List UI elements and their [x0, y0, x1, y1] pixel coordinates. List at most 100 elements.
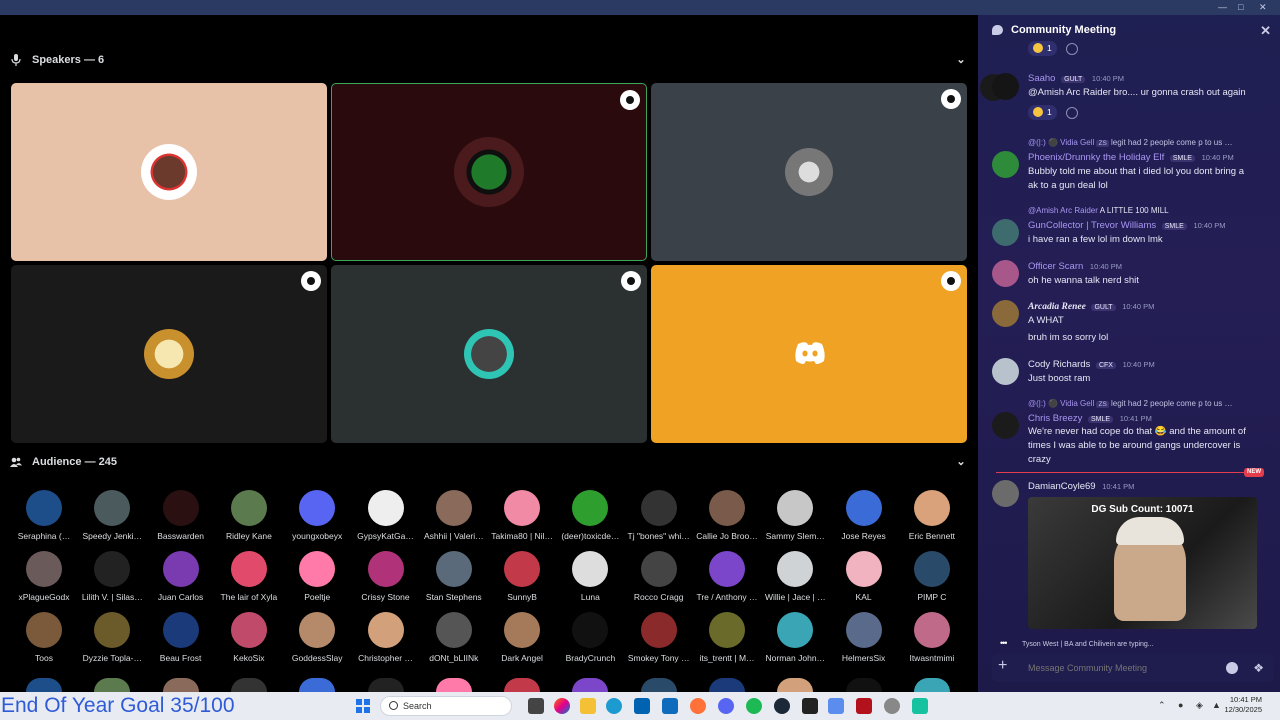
username[interactable]: Officer Scarn: [1028, 261, 1083, 272]
volume-icon[interactable]: ▲: [1212, 700, 1221, 710]
audience-member[interactable]: Itwasntmimi: [898, 612, 966, 663]
reaction-chip[interactable]: 1: [1028, 40, 1057, 56]
audience-member[interactable]: PIMP C: [898, 551, 966, 602]
close-chat-icon[interactable]: ✕: [1260, 23, 1271, 39]
username[interactable]: Chris Breezy: [1028, 413, 1082, 424]
audience-member[interactable]: Callie Jo Broo…: [693, 490, 761, 541]
audience-member[interactable]: (deer)toxicde…: [556, 490, 624, 541]
username[interactable]: Cody Richards: [1028, 359, 1090, 370]
reply-reference[interactable]: @(|:) ⚫ Vidia Gell ZS legit had 2 people…: [1028, 138, 1232, 147]
app-icon[interactable]: [912, 698, 928, 714]
audience-member[interactable]: Ridley Kane: [215, 490, 283, 541]
audience-member[interactable]: Jose Reyes: [830, 490, 898, 541]
reaction-chip[interactable]: 1: [1028, 104, 1057, 120]
username[interactable]: DamianCoyle69: [1028, 481, 1096, 492]
audience-member[interactable]: Takima80 | Nil…: [488, 490, 556, 541]
audience-header[interactable]: Audience — 245 ⌄: [10, 452, 968, 472]
copilot-icon[interactable]: [554, 698, 570, 714]
emoji-picker-icon[interactable]: [1226, 662, 1238, 674]
file-explorer-icon[interactable]: [580, 698, 596, 714]
plus-icon[interactable]: +: [998, 657, 1007, 675]
minimize-icon[interactable]: —: [1218, 2, 1227, 12]
steam-icon[interactable]: [774, 698, 790, 714]
audience-member[interactable]: dONt_bLIINk: [420, 612, 488, 663]
settings-icon[interactable]: [884, 698, 900, 714]
username[interactable]: Saaho: [1028, 73, 1055, 84]
message-composer[interactable]: + ❖: [992, 654, 1274, 682]
firefox-icon[interactable]: [690, 698, 706, 714]
audience-member[interactable]: KekoSix: [215, 612, 283, 663]
speaker-tile[interactable]: [11, 265, 327, 443]
audience-member[interactable]: Eric Bennett: [898, 490, 966, 541]
audience-member[interactable]: Ashhii | Valeri…: [420, 490, 488, 541]
chevron-down-icon[interactable]: ⌄: [954, 455, 968, 469]
audience-member[interactable]: Dark Angel: [488, 612, 556, 663]
chevron-down-icon[interactable]: ⌄: [954, 53, 968, 67]
username[interactable]: GunCollector | Trevor Williams: [1028, 220, 1156, 231]
speakers-header[interactable]: Speakers — 6 ⌄: [10, 50, 968, 70]
audience-member[interactable]: Christopher …: [352, 612, 420, 663]
discord-icon[interactable]: [718, 698, 734, 714]
audience-member[interactable]: Tj "bones" whi…: [625, 490, 693, 541]
taskbar-search[interactable]: Search: [380, 696, 512, 716]
audience-member[interactable]: Juan Carlos: [147, 551, 215, 602]
notepad-icon[interactable]: [828, 698, 844, 714]
username[interactable]: Phoenix/Drunnky the Holiday Elf: [1028, 152, 1164, 163]
windows-start-icon[interactable]: [356, 699, 370, 713]
speaker-tile[interactable]: [651, 83, 967, 261]
audience-member[interactable]: Sammy Slem…: [761, 490, 829, 541]
audience-member[interactable]: Rocco Cragg: [625, 551, 693, 602]
game-launcher-icon[interactable]: [856, 698, 872, 714]
audience-member[interactable]: Poeltje: [283, 551, 351, 602]
apps-icon[interactable]: ❖: [1253, 661, 1264, 675]
audience-member[interactable]: GoddessSlay: [283, 612, 351, 663]
mail-icon[interactable]: [662, 698, 678, 714]
audience-member[interactable]: youngxobeyx: [283, 490, 351, 541]
avatar: [299, 612, 336, 648]
audience-member[interactable]: Willie | Jace | …: [761, 551, 829, 602]
audience-member[interactable]: GypsyKatGa…: [352, 490, 420, 541]
task-view-icon[interactable]: [528, 698, 544, 714]
terminal-icon[interactable]: [802, 698, 818, 714]
audience-member[interactable]: Luna: [556, 551, 624, 602]
reply-reference[interactable]: @Amish Arc Raider A LITTLE 100 MILL: [1028, 206, 1169, 215]
audience-member[interactable]: Smokey Tony …: [625, 612, 693, 663]
audience-member[interactable]: The lair of Xyla: [215, 551, 283, 602]
spotify-icon[interactable]: [746, 698, 762, 714]
add-reaction-icon[interactable]: [1066, 106, 1079, 119]
clock[interactable]: 10:41 PM 12/30/2025: [1224, 695, 1262, 715]
edge-icon[interactable]: [606, 698, 622, 714]
audience-member[interactable]: Dyzzie Topla-…: [78, 612, 146, 663]
audience-member[interactable]: Lilith V. | Silas…: [78, 551, 146, 602]
speaker-tile[interactable]: [651, 265, 967, 443]
store-icon[interactable]: [634, 698, 650, 714]
audience-member[interactable]: Crissy Stone: [352, 551, 420, 602]
audience-member[interactable]: Toos: [10, 612, 78, 663]
username[interactable]: Arcadia Renee: [1028, 302, 1086, 312]
add-reaction-icon[interactable]: [1066, 42, 1079, 55]
reply-reference[interactable]: @(|:) ⚫ Vidia Gell ZS legit had 2 people…: [1028, 399, 1232, 408]
audience-member[interactable]: HelmersSix: [830, 612, 898, 663]
audience-member[interactable]: Tre / Anthony …: [693, 551, 761, 602]
speaker-tile[interactable]: [331, 265, 647, 443]
speaker-tile[interactable]: [11, 83, 327, 261]
audience-member[interactable]: SunnyB: [488, 551, 556, 602]
audience-member[interactable]: Seraphina (…: [10, 490, 78, 541]
microphone-tray-icon[interactable]: ●: [1178, 700, 1183, 710]
audience-member[interactable]: Norman John…: [761, 612, 829, 663]
message-input[interactable]: [1028, 660, 1218, 676]
wifi-icon[interactable]: ◈: [1196, 700, 1203, 711]
chevron-up-icon[interactable]: ⌃: [1158, 700, 1166, 711]
audience-member[interactable]: xPlagueGodx: [10, 551, 78, 602]
audience-member[interactable]: BradyCrunch: [556, 612, 624, 663]
video-embed[interactable]: DG Sub Count: 10071: [1028, 497, 1257, 629]
maximize-icon[interactable]: □: [1238, 2, 1243, 12]
close-window-icon[interactable]: ✕: [1259, 2, 1267, 13]
speaker-tile-active[interactable]: [331, 83, 647, 261]
audience-member[interactable]: KAL: [830, 551, 898, 602]
audience-member[interactable]: its_trentt | M…: [693, 612, 761, 663]
audience-member[interactable]: Basswarden: [147, 490, 215, 541]
audience-member[interactable]: Stan Stephens: [420, 551, 488, 602]
audience-member[interactable]: Beau Frost: [147, 612, 215, 663]
audience-member[interactable]: Speedy Jenki…: [78, 490, 146, 541]
